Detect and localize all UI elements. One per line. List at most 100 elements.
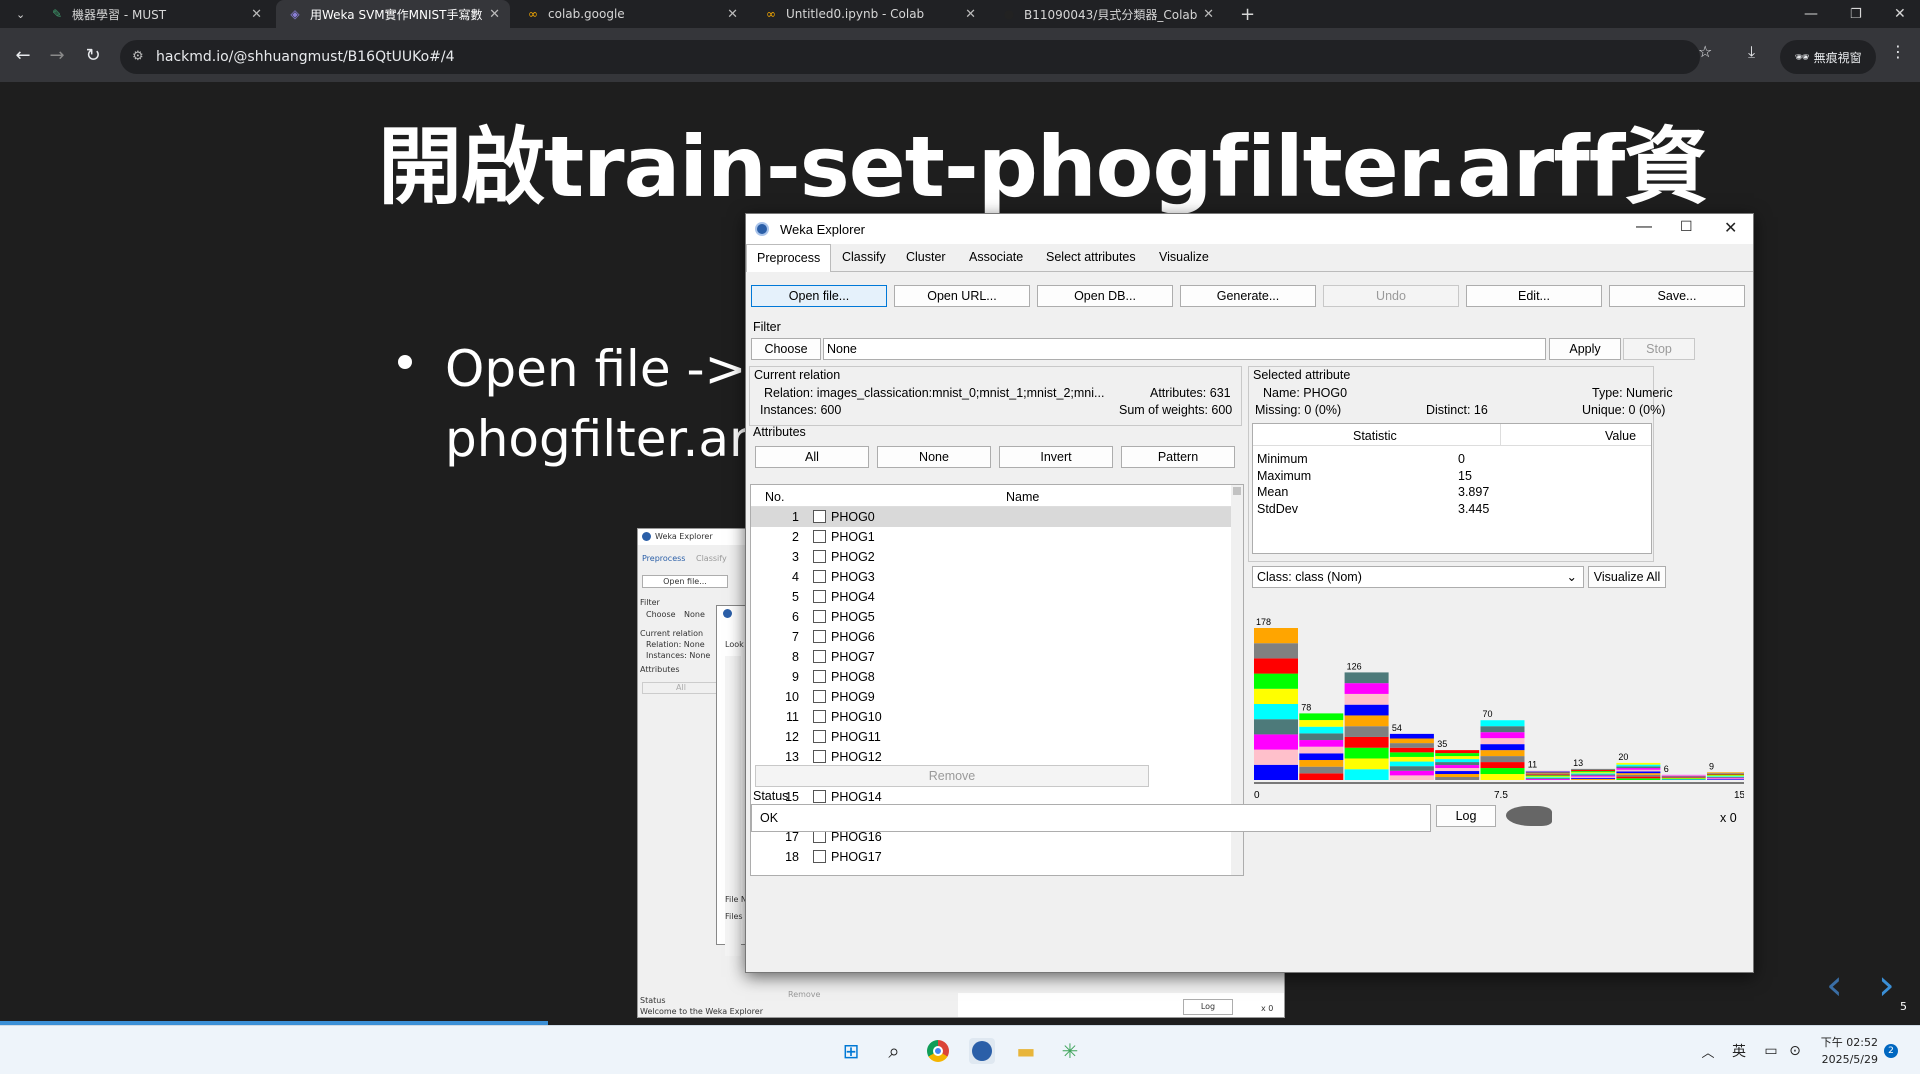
- notification-badge[interactable]: 2: [1884, 1044, 1898, 1058]
- restore-button[interactable]: ❐: [1838, 0, 1862, 28]
- clock[interactable]: 下午 02:52 2025/5/29: [1820, 1034, 1878, 1066]
- visualize-all-button[interactable]: Visualize All: [1588, 566, 1666, 588]
- attribute-checkbox[interactable]: [813, 590, 826, 603]
- tab-preprocess[interactable]: Preprocess: [746, 244, 832, 272]
- attribute-row[interactable]: 8 PHOG7: [751, 647, 1231, 667]
- attribute-row[interactable]: 9 PHOG8: [751, 667, 1231, 687]
- open-url-button[interactable]: Open URL...: [894, 285, 1030, 307]
- attribute-row[interactable]: 7 PHOG6: [751, 627, 1231, 647]
- attribute-checkbox[interactable]: [813, 550, 826, 563]
- download-icon[interactable]: ⤓: [1748, 42, 1755, 62]
- generate-button[interactable]: Generate...: [1180, 285, 1316, 307]
- attribute-row[interactable]: 4 PHOG3: [751, 567, 1231, 587]
- search-icon[interactable]: ⌕: [881, 1038, 907, 1064]
- attr-invert-button[interactable]: Invert: [999, 446, 1113, 468]
- attribute-row[interactable]: 1 PHOG0: [751, 507, 1231, 527]
- attribute-row[interactable]: 3 PHOG2: [751, 547, 1231, 567]
- attribute-checkbox[interactable]: [813, 690, 826, 703]
- attribute-checkbox[interactable]: [813, 730, 826, 743]
- weka-minimize-button[interactable]: —: [1636, 218, 1652, 236]
- attr-none-button[interactable]: None: [877, 446, 991, 468]
- attribute-number: 7: [792, 630, 799, 644]
- star-icon[interactable]: ☆: [1698, 42, 1712, 61]
- folder-icon[interactable]: ▬: [1013, 1038, 1039, 1064]
- browser-tab-active[interactable]: ◈ 用Weka SVM實作MNIST手寫數 ✕: [276, 0, 510, 28]
- weka-taskbar-icon[interactable]: [969, 1038, 995, 1064]
- scroll-thumb[interactable]: [1233, 487, 1241, 495]
- chevron-right-icon[interactable]: ›: [1878, 960, 1895, 1009]
- attribute-checkbox[interactable]: [813, 650, 826, 663]
- filter-choose-button[interactable]: Choose: [751, 338, 821, 360]
- browser-tab[interactable]: ∞ colab.google ✕: [514, 0, 748, 28]
- attr-pattern-button[interactable]: Pattern: [1121, 446, 1235, 468]
- attribute-row[interactable]: 10 PHOG9: [751, 687, 1231, 707]
- save-button[interactable]: Save...: [1609, 285, 1745, 307]
- minimize-button[interactable]: —: [1792, 0, 1818, 28]
- new-tab-button[interactable]: +: [1228, 0, 1258, 28]
- reload-button[interactable]: ↻: [80, 42, 106, 68]
- attribute-checkbox[interactable]: [813, 750, 826, 763]
- close-icon[interactable]: ✕: [251, 7, 262, 22]
- back-button[interactable]: ←: [10, 42, 36, 68]
- attribute-row[interactable]: 11 PHOG10: [751, 707, 1231, 727]
- tab-select-attributes[interactable]: Select attributes: [1046, 250, 1136, 264]
- attribute-checkbox[interactable]: [813, 630, 826, 643]
- attribute-checkbox[interactable]: [813, 850, 826, 863]
- close-window-button[interactable]: ✕: [1882, 0, 1906, 28]
- attribute-row[interactable]: 18 PHOG17: [751, 847, 1231, 867]
- attribute-checkbox[interactable]: [813, 670, 826, 683]
- chevron-left-icon[interactable]: ‹: [1826, 960, 1843, 1009]
- start-icon[interactable]: ⊞: [838, 1038, 864, 1064]
- app-icon[interactable]: ✳: [1057, 1038, 1083, 1064]
- browser-tab[interactable]: ✎ 機器學習 - MUST ✕: [38, 0, 272, 28]
- undo-button[interactable]: Undo: [1323, 285, 1459, 307]
- attribute-checkbox[interactable]: [813, 710, 826, 723]
- address-bar[interactable]: ⚙ hackmd.io/@shhuangmust/B16QtUUKo#/4: [120, 40, 1700, 74]
- edit-button[interactable]: Edit...: [1466, 285, 1602, 307]
- weka-maximize-button[interactable]: ☐: [1680, 218, 1693, 235]
- display-icon[interactable]: ▭: [1758, 1038, 1784, 1064]
- attribute-number: 10: [785, 690, 799, 704]
- site-info-icon[interactable]: ⚙: [132, 49, 144, 64]
- chrome-icon[interactable]: [925, 1038, 951, 1064]
- incognito-badge[interactable]: 🕶 無痕視窗: [1780, 40, 1876, 74]
- attribute-checkbox[interactable]: [813, 530, 826, 543]
- attribute-checkbox[interactable]: [813, 610, 826, 623]
- attribute-checkbox[interactable]: [813, 790, 826, 803]
- tab-associate[interactable]: Associate: [969, 250, 1023, 264]
- close-icon[interactable]: ✕: [727, 7, 738, 22]
- close-icon[interactable]: ✕: [489, 7, 500, 22]
- menu-icon[interactable]: ⋮: [1890, 42, 1906, 61]
- attribute-row[interactable]: 6 PHOG5: [751, 607, 1231, 627]
- open-file-button[interactable]: Open file...: [751, 285, 887, 307]
- open-db-button[interactable]: Open DB...: [1037, 285, 1173, 307]
- attribute-checkbox[interactable]: [813, 570, 826, 583]
- class-select[interactable]: Class: class (Nom) ⌄: [1252, 566, 1584, 588]
- apply-button[interactable]: Apply: [1549, 338, 1621, 360]
- col-no-header: No.: [765, 490, 785, 504]
- close-icon[interactable]: ✕: [1203, 7, 1214, 22]
- browser-tab[interactable]: ● B11090043/貝式分類器_Colab ✕: [990, 0, 1224, 28]
- browser-tab[interactable]: ∞ Untitled0.ipynb - Colab ✕: [752, 0, 986, 28]
- tab-search-button[interactable]: ⌄: [4, 0, 34, 28]
- attribute-row[interactable]: 2 PHOG1: [751, 527, 1231, 547]
- stop-button[interactable]: Stop: [1623, 338, 1695, 360]
- attribute-row[interactable]: 5 PHOG4: [751, 587, 1231, 607]
- mini-open-file: Open file...: [642, 575, 728, 588]
- attribute-row[interactable]: 12 PHOG11: [751, 727, 1231, 747]
- attribute-checkbox[interactable]: [813, 510, 826, 523]
- weka-close-button[interactable]: ✕: [1724, 218, 1737, 238]
- chevron-up-icon[interactable]: ︿: [1695, 1038, 1721, 1064]
- forward-button[interactable]: →: [44, 42, 70, 68]
- ime-indicator[interactable]: 英: [1726, 1038, 1752, 1064]
- attr-all-button[interactable]: All: [755, 446, 869, 468]
- tab-visualize[interactable]: Visualize: [1159, 250, 1209, 264]
- attribute-row[interactable]: 13 PHOG12: [751, 747, 1231, 767]
- tab-cluster[interactable]: Cluster: [906, 250, 946, 264]
- filter-value-field[interactable]: None: [823, 338, 1546, 360]
- remove-button[interactable]: Remove: [755, 765, 1149, 787]
- log-button[interactable]: Log: [1436, 805, 1496, 827]
- close-icon[interactable]: ✕: [965, 7, 976, 22]
- tab-classify[interactable]: Classify: [842, 250, 886, 264]
- network-icon[interactable]: ⊙: [1782, 1038, 1808, 1064]
